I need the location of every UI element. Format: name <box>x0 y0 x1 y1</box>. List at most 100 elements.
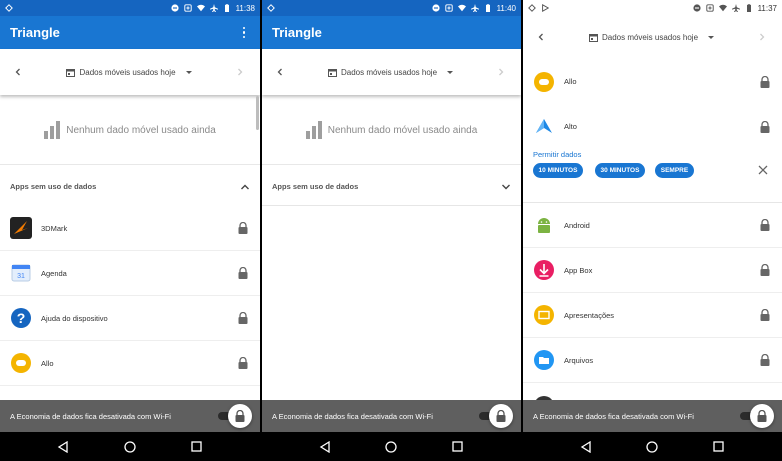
section-label: Apps sem uso de dados <box>272 182 359 191</box>
chevron-left-icon[interactable] <box>8 62 28 82</box>
back-icon[interactable] <box>56 440 70 454</box>
app-bar: Triangle <box>262 16 521 49</box>
svg-text:?: ? <box>17 310 26 326</box>
app-name: Ajuda do dispositivo <box>41 313 108 323</box>
dropdown-caret-icon <box>185 70 192 74</box>
chip-30-minutes[interactable]: 30 MINUTOS <box>595 163 645 178</box>
wifi-icon <box>457 4 466 12</box>
date-dropdown[interactable]: Dados móveis usados hoje <box>28 68 230 77</box>
calendar-icon: 31 <box>10 262 32 284</box>
list-item[interactable]: Apresentações <box>523 293 782 338</box>
lock-icon[interactable] <box>758 353 772 367</box>
chevron-left-icon[interactable] <box>270 62 290 82</box>
overflow-menu-icon[interactable] <box>234 23 254 43</box>
dropdown-caret-icon <box>708 35 715 39</box>
lock-icon[interactable] <box>236 356 250 370</box>
lock-icon[interactable] <box>758 263 772 277</box>
home-icon[interactable] <box>123 440 137 454</box>
nav-bar <box>0 432 260 461</box>
recents-icon[interactable] <box>190 440 204 454</box>
list-item[interactable]: 3DMark <box>0 206 260 251</box>
chevron-up-icon[interactable] <box>240 183 250 191</box>
lock-icon[interactable] <box>236 311 250 325</box>
nav-bar <box>523 432 782 461</box>
app-name: Arquivos <box>564 355 594 365</box>
lock-icon[interactable] <box>758 218 772 232</box>
empty-state: Nenhum dado móvel usado ainda <box>262 110 521 150</box>
data-saver-icon <box>183 4 192 12</box>
app-name: 3DMark <box>41 223 68 233</box>
allo-icon <box>533 71 555 93</box>
date-dropdown[interactable]: Dados móveis usados hoje <box>290 68 491 77</box>
recents-icon[interactable] <box>451 440 465 454</box>
notification-icon <box>267 4 275 12</box>
lock-icon[interactable] <box>758 75 772 89</box>
list-item[interactable]: App Box <box>523 248 782 293</box>
list-item[interactable]: Allo <box>523 59 782 104</box>
slides-icon <box>533 304 555 326</box>
app-title: Triangle <box>272 25 322 40</box>
chevron-left-icon[interactable] <box>531 27 551 47</box>
app-name: Allo <box>41 358 54 368</box>
dnd-icon <box>431 4 440 12</box>
empty-message: Nenhum dado móvel usado ainda <box>66 124 216 136</box>
list-item[interactable]: Allo <box>0 341 260 386</box>
lock-fab[interactable] <box>228 404 252 428</box>
notification-icon <box>528 4 536 12</box>
wifi-notice-bar: A Economia de dados fica desativada com … <box>262 400 521 432</box>
date-label: Dados móveis usados hoje <box>601 32 699 42</box>
app-name: Allo <box>564 77 577 86</box>
close-icon[interactable] <box>758 165 768 175</box>
recents-icon[interactable] <box>712 440 726 454</box>
wifi-notice-bar: A Economia de dados fica desativada com … <box>523 400 782 432</box>
scrollbar[interactable] <box>256 96 259 130</box>
date-selector: Dados móveis usados hoje <box>0 49 260 95</box>
section-label: Apps sem uso de dados <box>10 182 97 191</box>
help-icon: ? <box>10 307 32 329</box>
list-item[interactable]: Android <box>523 203 782 248</box>
list-item[interactable]: 31 Agenda <box>0 251 260 296</box>
app-name: App Box <box>564 265 593 275</box>
dropdown-caret-icon <box>447 70 454 74</box>
list-item[interactable]: Arquivos <box>523 338 782 383</box>
section-header-apps[interactable]: Apps sem uso de dados <box>0 164 260 208</box>
app-bar: Triangle <box>0 16 260 49</box>
battery-icon <box>224 4 229 12</box>
chevron-right-icon[interactable] <box>230 62 250 82</box>
back-icon[interactable] <box>318 440 332 454</box>
wifi-icon <box>196 4 205 12</box>
lock-icon[interactable] <box>758 308 772 322</box>
back-icon[interactable] <box>579 440 593 454</box>
lock-icon[interactable] <box>236 221 250 235</box>
wifi-notice-text: A Economia de dados fica desativada com … <box>272 411 433 421</box>
lock-icon[interactable] <box>758 120 772 134</box>
dnd-icon <box>170 4 179 12</box>
list-item[interactable]: Alto <box>523 104 782 149</box>
home-icon[interactable] <box>645 440 659 454</box>
chip-10-minutes[interactable]: 10 MINUTOS <box>533 163 583 178</box>
app-name: Alto <box>564 122 577 131</box>
status-time: 11:40 <box>496 3 516 13</box>
calendar-icon <box>66 68 76 77</box>
chevron-down-icon[interactable] <box>501 183 511 191</box>
home-icon[interactable] <box>384 440 398 454</box>
calendar-icon <box>588 33 598 42</box>
date-dropdown[interactable]: Dados móveis usados hoje <box>551 33 752 42</box>
chip-always[interactable]: SEMPRE <box>655 163 694 178</box>
allo-icon <box>10 352 32 374</box>
wifi-notice-text: A Economia de dados fica desativada com … <box>10 411 171 421</box>
lock-fab[interactable] <box>489 404 513 428</box>
lock-icon[interactable] <box>236 266 250 280</box>
screen-collapsed-list: 11:40 Triangle Dados móveis usados hoje … <box>262 0 521 461</box>
divider <box>262 205 521 206</box>
lock-fab[interactable] <box>750 404 774 428</box>
status-time: 11:37 <box>757 3 777 13</box>
chevron-right-icon[interactable] <box>752 27 772 47</box>
dnd-icon <box>692 4 701 12</box>
play-store-icon <box>542 4 549 12</box>
chevron-right-icon[interactable] <box>491 62 511 82</box>
section-header-apps[interactable]: Apps sem uso de dados <box>262 164 521 208</box>
bar-chart-icon <box>305 121 322 139</box>
android-icon <box>533 214 555 236</box>
list-item[interactable]: ? Ajuda do dispositivo <box>0 296 260 341</box>
